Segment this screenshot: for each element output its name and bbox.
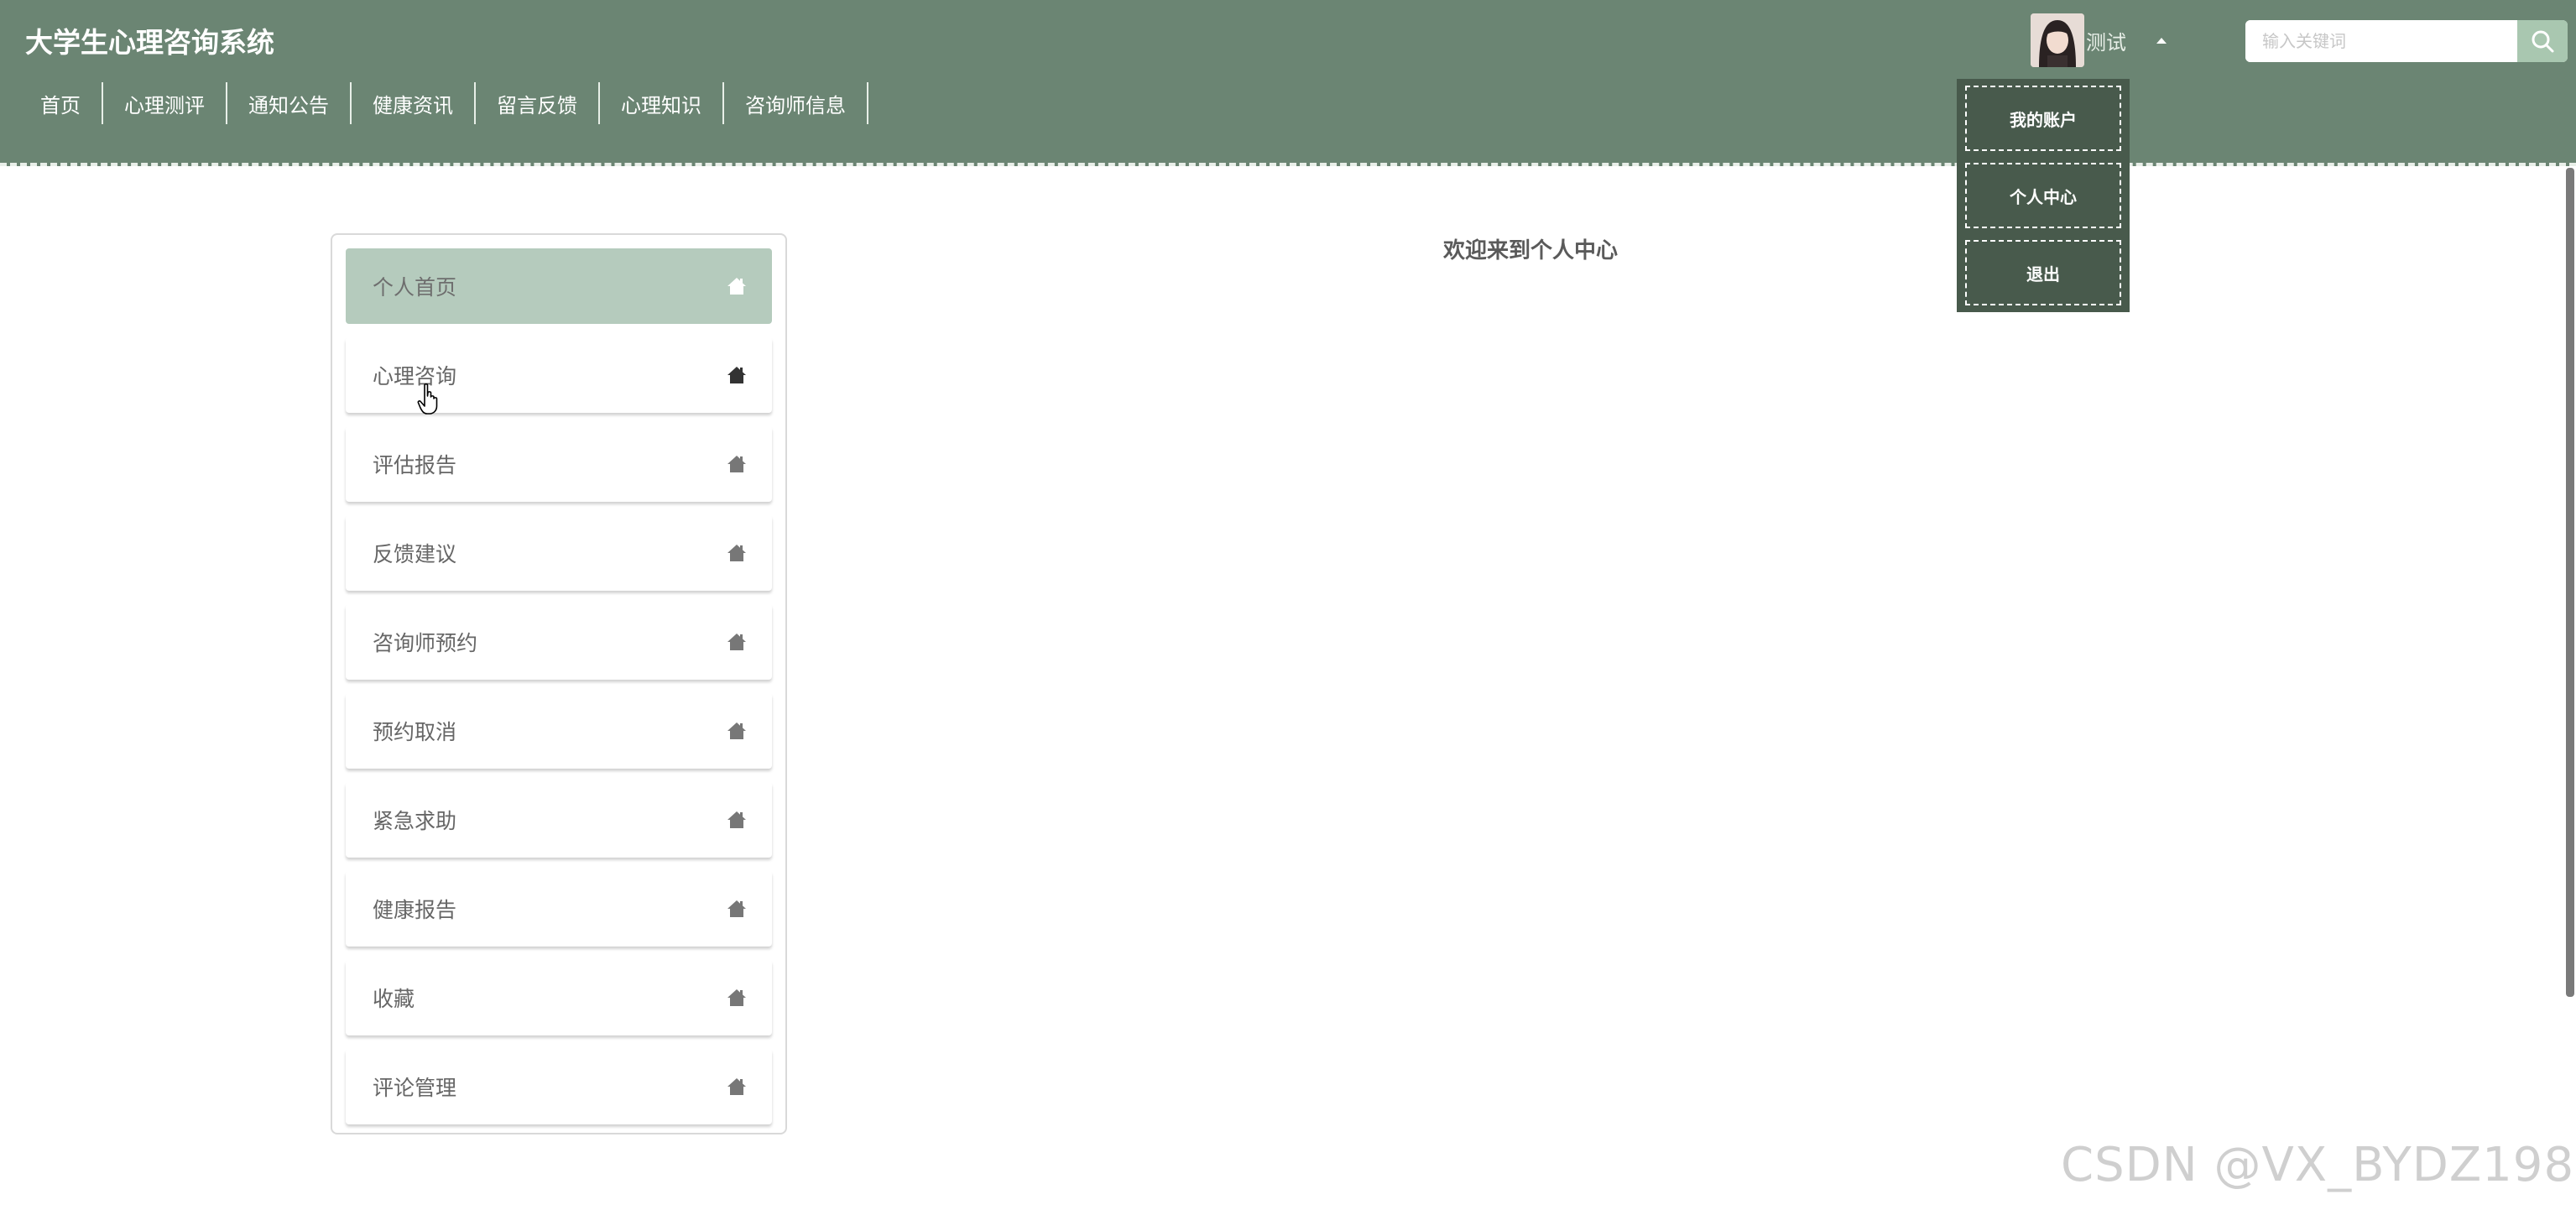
sidebar-item-emergency-help[interactable]: 紧急求助	[346, 782, 772, 858]
home-icon	[727, 545, 746, 561]
user-name[interactable]: 测试	[2086, 26, 2126, 55]
hand-cursor-icon	[417, 383, 438, 415]
sidebar-item-label: 评估报告	[373, 453, 457, 477]
sidebar-item-favorites[interactable]: 收藏	[346, 960, 772, 1035]
sidebar-item-comment-management[interactable]: 评论管理	[346, 1049, 772, 1124]
sidebar-item-label: 紧急求助	[373, 809, 457, 833]
sidebar-item-booking-cancel[interactable]: 预约取消	[346, 693, 772, 769]
page-title: 欢迎来到个人中心	[1443, 238, 1619, 263]
menu-item-my-account[interactable]: 我的账户	[1965, 86, 2121, 151]
sidebar-item-counseling[interactable]: 心理咨询	[346, 337, 772, 413]
sidebar-item-label: 健康报告	[373, 898, 457, 922]
sidebar-item-label: 收藏	[373, 987, 415, 1011]
user-avatar[interactable]	[2031, 13, 2084, 67]
home-icon	[727, 900, 746, 917]
sidebar-item-label: 评论管理	[373, 1076, 457, 1100]
nav-item-knowledge[interactable]: 心理知识	[600, 82, 724, 124]
top-header: 大学生心理咨询系统 首页 心理测评 通知公告 健康资讯 留言反馈 心理知识 咨询…	[0, 0, 2576, 166]
nav-item-counselors[interactable]: 咨询师信息	[724, 82, 868, 124]
sidebar-item-label: 反馈建议	[373, 542, 457, 566]
sidebar-item-label: 心理咨询	[373, 364, 457, 389]
home-icon	[727, 634, 746, 650]
search-button[interactable]	[2517, 20, 2568, 62]
nav-item-health-news[interactable]: 健康资讯	[352, 82, 476, 124]
home-icon	[727, 722, 746, 739]
nav-item-home[interactable]: 首页	[18, 82, 103, 124]
user-menu-trigger[interactable]: 测试	[2031, 13, 2167, 67]
nav-item-notices[interactable]: 通知公告	[227, 82, 352, 124]
user-dropdown-menu: 我的账户 个人中心 退出	[1957, 79, 2130, 312]
main-nav: 首页 心理测评 通知公告 健康资讯 留言反馈 心理知识 咨询师信息	[18, 82, 868, 124]
caret-up-icon[interactable]	[2156, 37, 2167, 44]
sidebar-item-label: 个人首页	[373, 275, 457, 300]
sidebar-item-assessment-report[interactable]: 评估报告	[346, 426, 772, 502]
sidebar-item-feedback[interactable]: 反馈建议	[346, 515, 772, 591]
home-icon	[727, 278, 746, 295]
sidebar-item-label: 咨询师预约	[373, 631, 478, 655]
sidebar-item-health-report[interactable]: 健康报告	[346, 871, 772, 947]
search-box	[2245, 20, 2568, 62]
sidebar-item-counselor-booking[interactable]: 咨询师预约	[346, 604, 772, 680]
nav-item-feedback[interactable]: 留言反馈	[476, 82, 600, 124]
home-icon	[727, 1078, 746, 1095]
site-title: 大学生心理咨询系统	[25, 26, 274, 59]
menu-item-personal-center[interactable]: 个人中心	[1965, 163, 2121, 228]
home-icon	[727, 367, 746, 383]
sidebar-menu: 个人首页 心理咨询 评估报告 反馈建议 咨询师预约 预约取消 紧急求助 健康报告…	[331, 233, 787, 1134]
watermark: CSDN @VX_BYDZ1988	[2061, 1138, 2576, 1192]
home-icon	[727, 989, 746, 1006]
home-icon	[727, 811, 746, 828]
search-icon	[2532, 30, 2554, 53]
sidebar-item-personal-home[interactable]: 个人首页	[346, 248, 772, 324]
sidebar-item-label: 预约取消	[373, 720, 457, 744]
home-icon	[727, 456, 746, 472]
nav-item-assessment[interactable]: 心理测评	[103, 82, 227, 124]
menu-item-logout[interactable]: 退出	[1965, 240, 2121, 305]
search-input[interactable]	[2245, 20, 2517, 62]
page-scrollbar[interactable]	[2566, 168, 2574, 997]
